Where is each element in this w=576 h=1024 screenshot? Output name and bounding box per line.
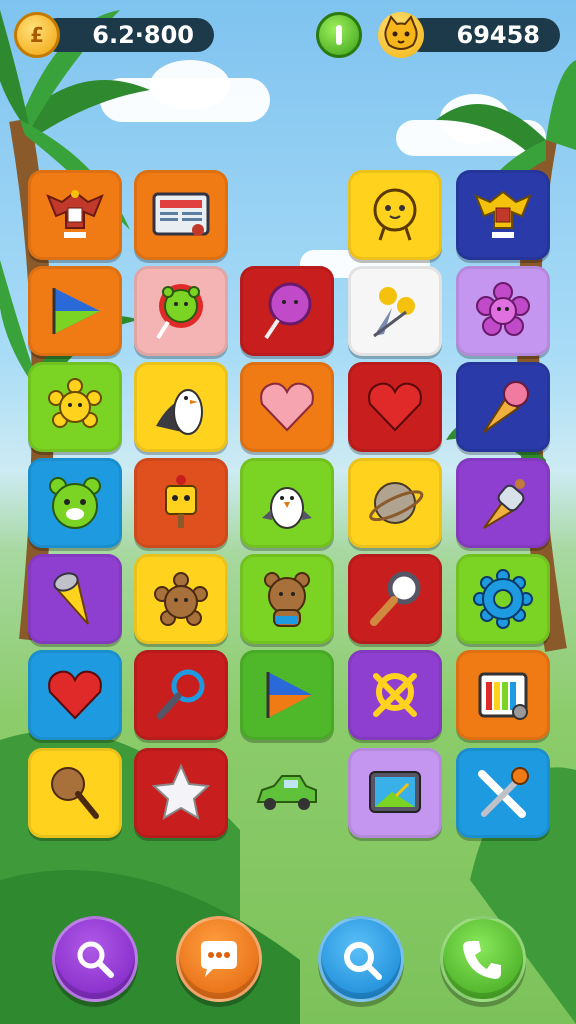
search-icon	[344, 942, 382, 980]
robot-icon	[165, 475, 197, 528]
tile-magnifier[interactable]	[134, 650, 228, 740]
tile-play[interactable]	[28, 266, 122, 356]
car-icon[interactable]	[252, 768, 322, 818]
tile-gear[interactable]	[456, 554, 550, 644]
tile-magnifier[interactable]	[348, 554, 442, 644]
tile-teddy-bear[interactable]	[134, 554, 228, 644]
tile-flower-bouquet[interactable]	[348, 266, 442, 356]
tile-ice-cream[interactable]	[456, 362, 550, 452]
ice-cream-icon	[483, 479, 525, 529]
tile-ice-cream[interactable]	[28, 554, 122, 644]
tile-battery[interactable]	[456, 650, 550, 740]
magnifier-icon	[156, 669, 205, 720]
gear-icon	[473, 569, 533, 629]
spoon-icon	[51, 767, 99, 819]
heart-icon	[260, 382, 314, 432]
chat-bubble-icon	[201, 941, 237, 977]
planet-icon	[369, 482, 424, 524]
bear-lollipop-icon	[156, 284, 203, 340]
play-icon	[266, 672, 312, 718]
search-button[interactable]	[318, 916, 404, 1002]
tile-tablet[interactable]	[348, 748, 442, 838]
play-icon	[52, 288, 100, 334]
eagle-emblem-icon	[46, 190, 104, 238]
ice-cream-icon	[483, 381, 529, 433]
tile-teddy-bear[interactable]	[240, 554, 334, 644]
heart-icon	[48, 670, 102, 720]
tile-sun-flower[interactable]	[28, 362, 122, 452]
eagle-emblem-icon	[474, 190, 532, 238]
teddy-bear-icon	[154, 572, 208, 626]
tile-heart[interactable]	[348, 362, 442, 452]
tile-robot[interactable]	[134, 458, 228, 548]
cat-face-icon	[378, 12, 424, 58]
tile-emblem[interactable]	[456, 170, 550, 260]
tile-heart[interactable]	[28, 650, 122, 740]
penguin-icon	[262, 487, 312, 529]
tile-newspaper[interactable]	[134, 170, 228, 260]
tile-play[interactable]	[240, 650, 334, 740]
flower-icon	[476, 282, 530, 336]
magnifier-cross-icon	[373, 673, 417, 717]
newspaper-icon	[152, 192, 210, 236]
coins-counter: 6.2·800	[40, 18, 214, 52]
svg-text:£: £	[30, 23, 44, 47]
tile-ice-cream[interactable]	[456, 458, 550, 548]
crossed-tools-icon	[478, 767, 529, 818]
tile-pink-lollipop[interactable]	[240, 266, 334, 356]
magnifier-icon	[370, 571, 421, 626]
tile-planet[interactable]	[348, 458, 442, 548]
coin-icon[interactable]: £	[14, 12, 60, 58]
bouquet-icon	[373, 287, 415, 338]
smiley-creature-icon	[373, 188, 417, 241]
tile-heart[interactable]	[240, 362, 334, 452]
tile-ice-cream-cross[interactable]	[456, 748, 550, 838]
tile-bear-lollipop[interactable]	[134, 266, 228, 356]
tile-flower[interactable]	[456, 266, 550, 356]
heart-icon	[368, 382, 422, 432]
tablet-icon	[369, 771, 421, 813]
tile-emblem[interactable]	[28, 170, 122, 260]
tile-bear[interactable]	[28, 458, 122, 548]
tile-star[interactable]	[134, 748, 228, 838]
info-icon[interactable]	[316, 12, 362, 58]
tile-yellow-creature[interactable]	[348, 170, 442, 260]
tile-magnifier-x[interactable]	[348, 650, 442, 740]
score-counter: 69458	[404, 18, 560, 52]
phone-button[interactable]	[440, 916, 526, 1002]
penguin-icon	[156, 389, 203, 435]
cloud	[150, 60, 230, 110]
ice-cream-icon	[53, 572, 89, 625]
chat-button[interactable]	[176, 916, 262, 1002]
battery-icon	[478, 672, 528, 720]
sun-flower-icon	[48, 378, 102, 428]
tile-penguin[interactable]	[240, 458, 334, 548]
star-icon	[151, 763, 211, 821]
tile-spoon[interactable]	[28, 748, 122, 838]
magnifier-button[interactable]	[52, 916, 138, 1002]
phone-icon	[463, 941, 501, 979]
magnifier-icon	[77, 941, 114, 978]
tile-penguin[interactable]	[134, 362, 228, 452]
teddy-bear-icon	[264, 572, 310, 627]
bear-face-icon	[49, 477, 101, 529]
lollipop-icon	[264, 282, 312, 340]
